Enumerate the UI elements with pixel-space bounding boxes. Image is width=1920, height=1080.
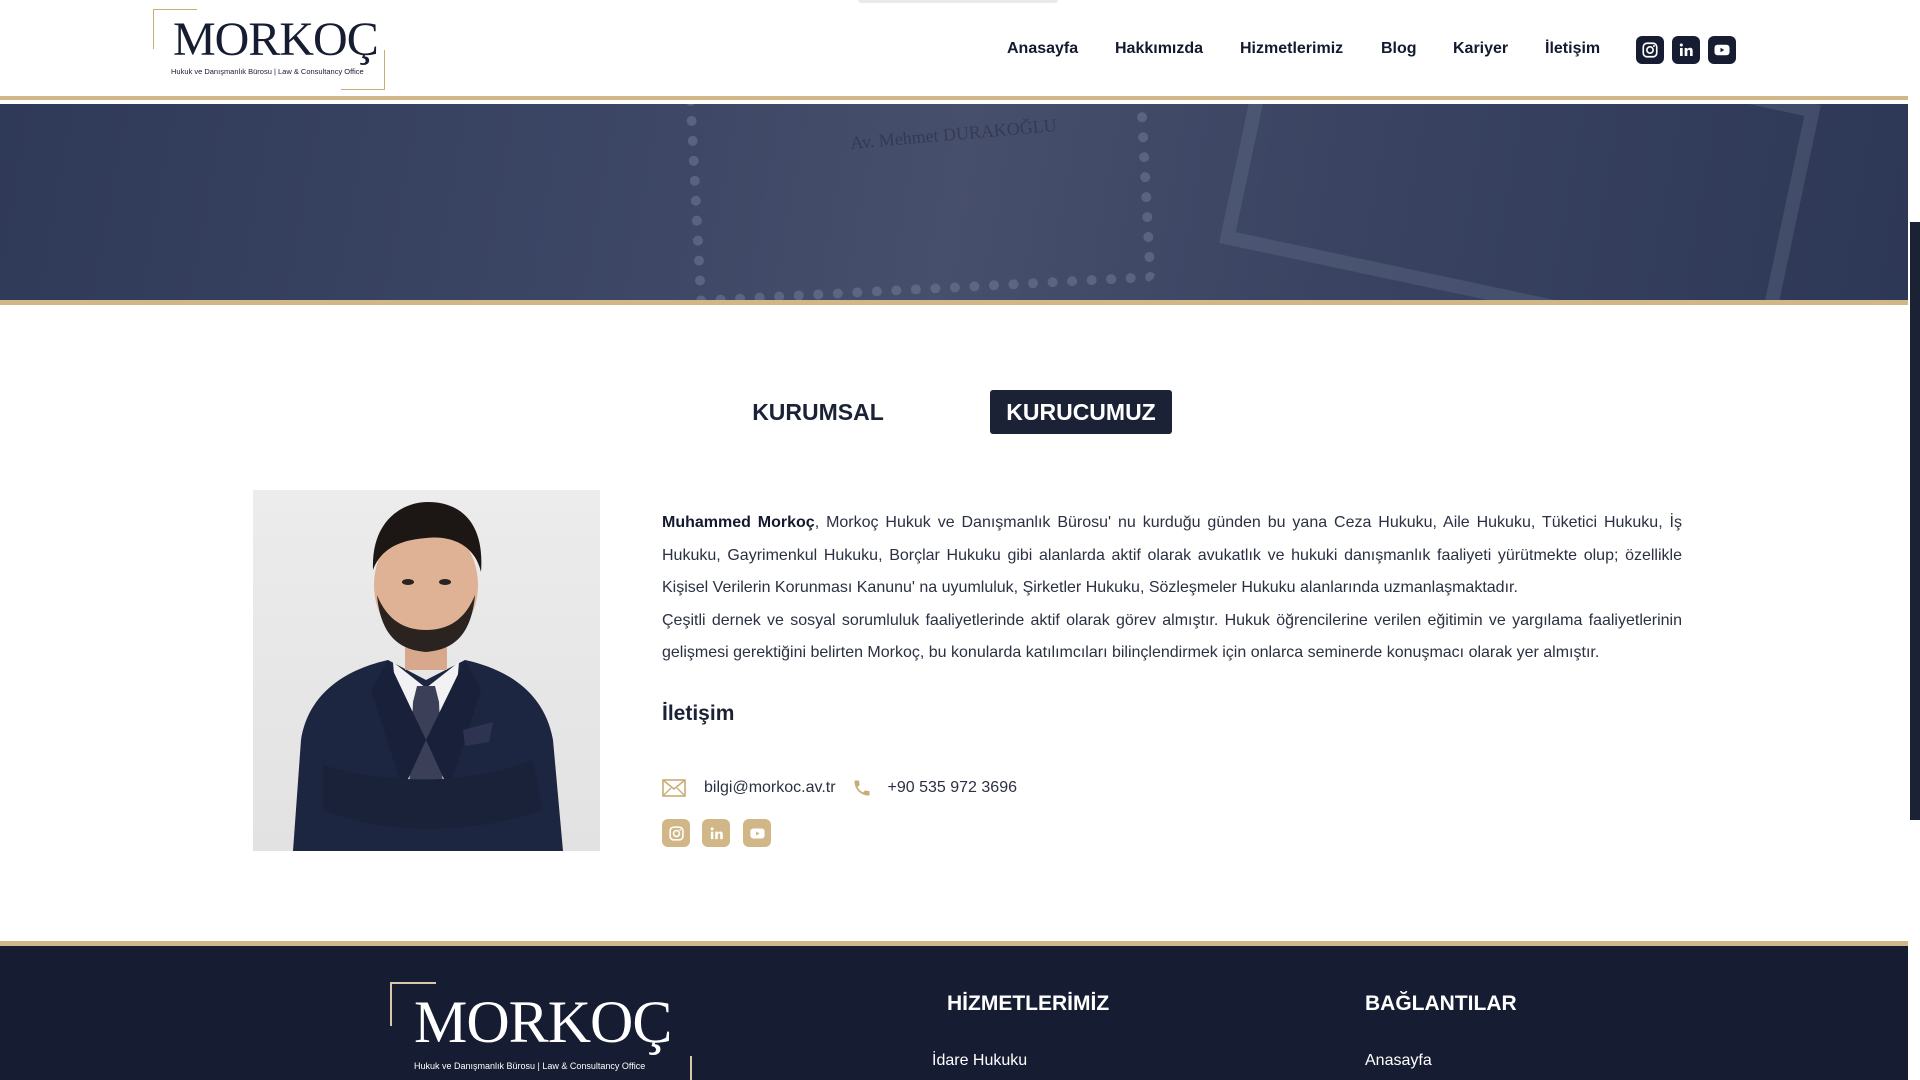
linkedin-icon — [1679, 43, 1693, 56]
footer-service-link[interactable]: İdare Hukuku — [932, 1052, 1027, 1070]
founder-bio-paragraph-2: Çeşitli dernek ve sosyal sorumluluk faal… — [662, 611, 1682, 662]
page: MORKOÇ Hukuk ve Danışmanlık Bürosu | Law… — [0, 0, 1908, 1080]
tab-kurumsal[interactable]: KURUMSAL — [735, 390, 901, 434]
header-instagram-button[interactable] — [1636, 36, 1664, 64]
contact-title: İletişim — [662, 702, 735, 725]
contact-email-link[interactable]: bilgi@morkoc.av.tr — [704, 779, 836, 797]
footer-nav-link[interactable]: Anasayfa — [1365, 1052, 1432, 1070]
hero-bottom-border — [0, 300, 1908, 305]
youtube-icon — [749, 828, 765, 838]
tab-kurucumuz[interactable]: KURUCUMUZ — [990, 390, 1172, 434]
founder-bio-text-1: , Morkoç Hukuk ve Danışmanlık Bürosu' nu… — [662, 514, 1683, 596]
contact-phone-link[interactable]: +90 535 972 3696 — [888, 779, 1017, 797]
contact-linkedin-button[interactable] — [702, 819, 730, 847]
founder-portrait-illustration — [293, 502, 563, 851]
logo-wordmark: MORKOÇ — [173, 13, 379, 66]
footer-logo[interactable]: MORKOÇ Hukuk ve Danışmanlık Bürosu | Law… — [390, 982, 692, 1080]
founder-photo — [253, 490, 600, 851]
nav-blog[interactable]: Blog — [1381, 40, 1417, 58]
site-logo[interactable]: MORKOÇ Hukuk ve Danışmanlık Bürosu | Law… — [153, 9, 385, 90]
footer-logo-tagline: Hukuk ve Danışmanlık Bürosu | Law & Cons… — [414, 1061, 646, 1071]
page-scrollbar[interactable] — [1908, 0, 1920, 1080]
linkedin-icon — [710, 826, 723, 839]
nav-kariyer[interactable]: Kariyer — [1453, 40, 1508, 58]
site-header: MORKOÇ Hukuk ve Danışmanlık Bürosu | Law… — [0, 0, 1908, 100]
nav-iletisim[interactable]: İletişim — [1545, 40, 1600, 58]
footer-logo-frame-bottom-right — [646, 1056, 692, 1080]
scrollbar-thumb[interactable] — [1910, 222, 1920, 820]
founder-name: Muhammed Morkoç — [662, 514, 815, 531]
phone-icon — [854, 780, 870, 796]
youtube-icon — [1714, 44, 1730, 56]
contact-youtube-button[interactable] — [743, 819, 771, 847]
instagram-icon — [1642, 42, 1658, 58]
header-youtube-button[interactable] — [1708, 36, 1736, 64]
footer-links-heading: BAĞLANTILAR — [1365, 992, 1517, 1015]
instagram-icon — [668, 825, 684, 841]
logo-tagline: Hukuk ve Danışmanlık Bürosu | Law & Cons… — [171, 67, 364, 76]
contact-instagram-button[interactable] — [662, 819, 690, 847]
mail-icon — [662, 779, 686, 797]
founder-bio-paragraph-1: Muhammed Morkoç, Morkoç Hukuk ve Danışma… — [662, 507, 1682, 605]
contact-row: bilgi@morkoc.av.tr +90 535 972 3696 — [662, 776, 1017, 800]
footer-logo-wordmark: MORKOÇ — [414, 989, 672, 1055]
hero-frame-shape — [1219, 104, 1821, 300]
nav-hizmetlerimiz[interactable]: Hizmetlerimiz — [1240, 40, 1343, 58]
hero-banner: Av. Mehmet DURAKOĞLU — [0, 104, 1908, 300]
footer-services-heading: HİZMETLERİMİZ — [947, 992, 1110, 1015]
nav-anasayfa[interactable]: Anasayfa — [1007, 40, 1078, 58]
header-linkedin-button[interactable] — [1672, 36, 1700, 64]
nav-hakkimizda[interactable]: Hakkımızda — [1115, 40, 1203, 58]
header-shadow — [858, 0, 1058, 3]
founder-bio: Muhammed Morkoç, Morkoç Hukuk ve Danışma… — [662, 507, 1682, 670]
